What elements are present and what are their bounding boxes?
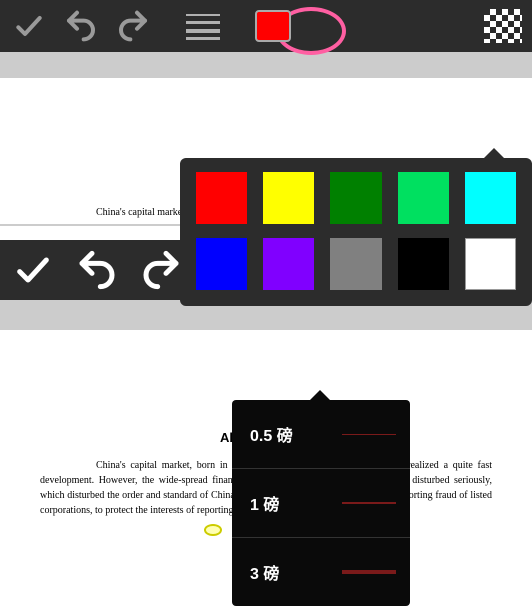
line-thickness-button[interactable] [182, 5, 224, 47]
toolbar [0, 0, 532, 52]
palette-color-7[interactable] [330, 238, 381, 290]
redo-button[interactable] [136, 245, 186, 295]
palette-color-1[interactable] [263, 172, 314, 224]
thickness-option-0_5[interactable]: 0.5 磅 [232, 400, 410, 469]
toolbar-subbar [0, 52, 532, 78]
palette-color-9[interactable] [465, 238, 516, 290]
thickness-option-label: 0.5 磅 [250, 422, 293, 446]
color-palette-popup [180, 158, 532, 306]
thickness-option-label: 1 磅 [250, 491, 279, 515]
palette-color-5[interactable] [196, 238, 247, 290]
thickness-preview-line [342, 502, 396, 504]
undo-button[interactable] [72, 245, 122, 295]
lines-icon [186, 12, 220, 40]
palette-color-8[interactable] [398, 238, 449, 290]
document-area: Abstract China's capital market, built i… [0, 78, 532, 226]
opacity-button[interactable] [482, 5, 524, 47]
color-swatch-icon [255, 10, 291, 42]
annotation-mark [204, 524, 222, 536]
palette-color-0[interactable] [196, 172, 247, 224]
confirm-button[interactable] [8, 5, 50, 47]
confirm-button[interactable] [8, 245, 58, 295]
document-area: Abstract China's capital market, born in… [0, 330, 532, 540]
palette-color-4[interactable] [465, 172, 516, 224]
checker-icon [484, 9, 522, 43]
panel-color-palette: Abstract China's capital market, built i… [0, 0, 532, 226]
thickness-option-3[interactable]: 3 磅 [232, 538, 410, 606]
undo-button[interactable] [60, 5, 102, 47]
checkmark-icon [13, 10, 45, 42]
undo-icon [65, 10, 97, 42]
redo-button[interactable] [112, 5, 154, 47]
color-button[interactable] [252, 5, 294, 47]
checkmark-icon [13, 250, 53, 290]
thickness-preview-line [342, 570, 396, 574]
undo-icon [77, 250, 117, 290]
redo-icon [141, 250, 181, 290]
palette-color-2[interactable] [330, 172, 381, 224]
palette-color-3[interactable] [398, 172, 449, 224]
palette-color-6[interactable] [263, 238, 314, 290]
thickness-option-label: 3 磅 [250, 560, 279, 584]
thickness-popup: 0.5 磅 1 磅 3 磅 [232, 400, 410, 606]
thickness-preview-line [342, 434, 396, 435]
redo-icon [117, 10, 149, 42]
thickness-option-1[interactable]: 1 磅 [232, 469, 410, 538]
